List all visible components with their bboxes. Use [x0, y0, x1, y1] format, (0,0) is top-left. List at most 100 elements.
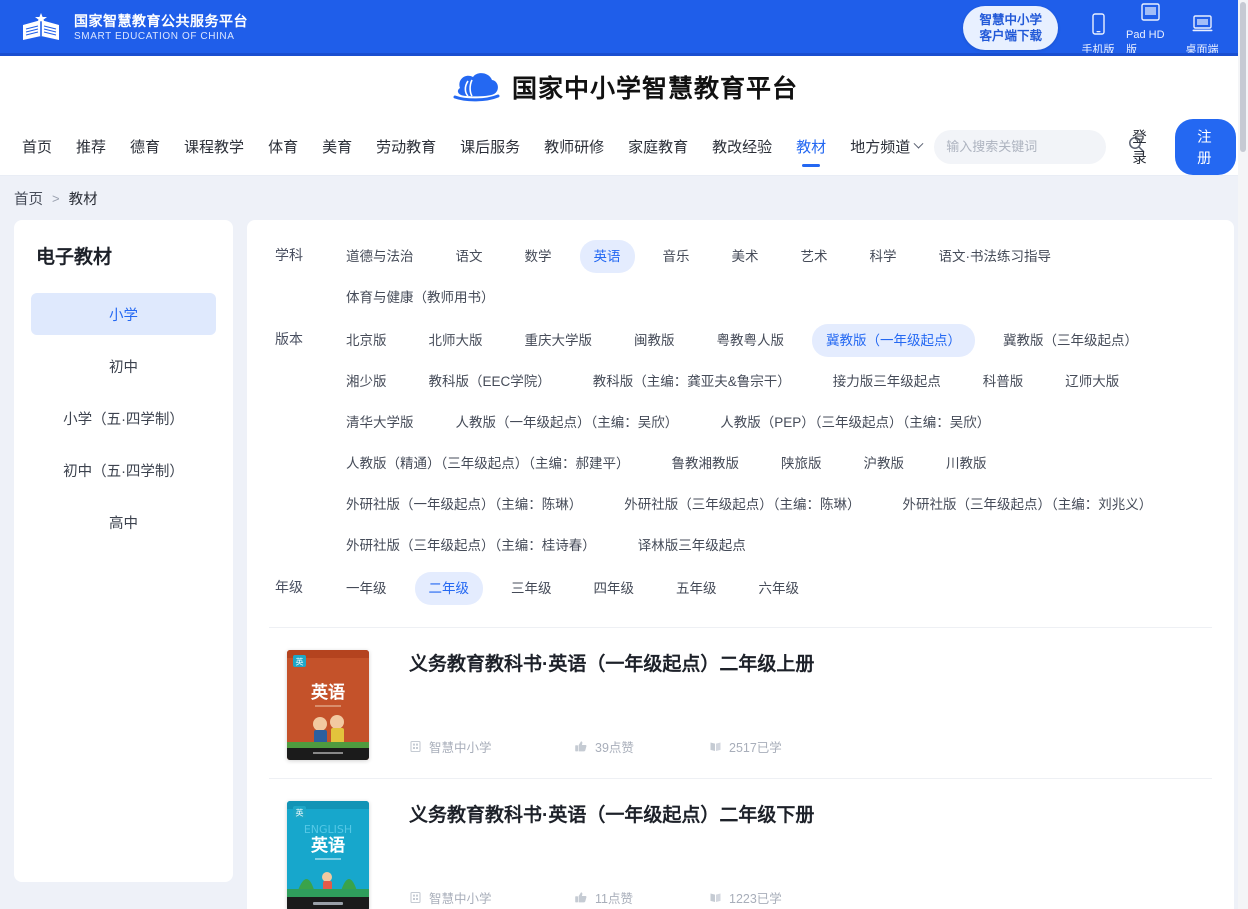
download-desktop[interactable]: 桌面端	[1178, 12, 1226, 57]
nav-item-local-channel[interactable]: 地方频道	[838, 118, 934, 175]
version-option[interactable]: 粤教粤人版	[703, 324, 799, 357]
sidebar-item-primary-54[interactable]: 小学（五·四学制）	[31, 397, 216, 439]
search-box[interactable]	[934, 129, 1145, 164]
subject-option[interactable]: 道德与法治	[332, 240, 428, 273]
version-option[interactable]: 沪教版	[850, 447, 919, 480]
sidebar-item-junior[interactable]: 初中	[31, 345, 216, 387]
version-option[interactable]: 外研社版（三年级起点）（主编：刘兆义）	[889, 488, 1167, 521]
subject-option[interactable]: 美术	[718, 240, 773, 273]
version-option[interactable]: 教科版（EEC学院）	[415, 365, 565, 398]
phone-icon	[1090, 12, 1107, 39]
book-info: 义务教育教科书·英语（一年级起点）二年级下册 智慧中小学 11点赞 1223已学	[409, 801, 1212, 909]
download-pad[interactable]: Pad HD版	[1126, 0, 1174, 57]
version-option[interactable]: 闽教版	[620, 324, 689, 357]
building-icon	[409, 891, 422, 904]
login-button[interactable]: 登录	[1120, 122, 1161, 172]
client-download-button[interactable]: 智慧中小学 客户端下载	[963, 6, 1058, 50]
book-studied-label: 2517已学	[729, 741, 782, 755]
textbook-list: 英 英语 义务教育教科书·英语（一年级起点）二年级上册 智慧中小学 39点赞 2…	[269, 627, 1212, 909]
book-title[interactable]: 义务教育教科书·英语（一年级起点）二年级下册	[409, 803, 1212, 829]
version-option[interactable]: 译林版三年级起点	[624, 529, 760, 562]
nav-item-moral-education[interactable]: 德育	[118, 118, 172, 175]
scrollbar-thumb[interactable]	[1240, 2, 1246, 152]
subject-option[interactable]: 艺术	[787, 240, 842, 273]
filter-grade-label: 年级	[275, 579, 303, 595]
version-option[interactable]: 重庆大学版	[511, 324, 607, 357]
book-open-icon	[709, 740, 722, 753]
nav-item-family-education[interactable]: 家庭教育	[616, 118, 700, 175]
book-likes: 11点赞	[574, 888, 709, 907]
subject-option[interactable]: 体育与健康（教师用书）	[332, 281, 509, 314]
version-option[interactable]: 教科版（主编：龚亚夫&鲁宗干）	[579, 365, 805, 398]
version-option[interactable]: 科普版	[969, 365, 1038, 398]
book-title[interactable]: 义务教育教科书·英语（一年级起点）二年级上册	[409, 652, 1212, 678]
version-option[interactable]: 辽师大版	[1051, 365, 1133, 398]
version-option[interactable]: 北师大版	[415, 324, 497, 357]
nav-label: 德育	[130, 139, 161, 156]
version-option[interactable]: 陕旅版	[767, 447, 836, 480]
subject-option[interactable]: 数学	[511, 240, 566, 273]
version-option[interactable]: 川教版	[932, 447, 1001, 480]
nav-item-course-teaching[interactable]: 课程教学	[172, 118, 256, 175]
nav-item-after-school-service[interactable]: 课后服务	[448, 118, 532, 175]
subject-option[interactable]: 科学	[856, 240, 911, 273]
version-option[interactable]: 人教版（一年级起点）（主编：吴欣）	[442, 406, 693, 439]
book-studied: 2517已学	[709, 737, 782, 756]
tablet-icon	[1140, 0, 1161, 27]
search-input[interactable]	[946, 139, 1123, 154]
book-cover: 英 ENGLISH 英语	[287, 801, 369, 909]
top-right-group: 智慧中小学 客户端下载 手机版 Pad HD版 桌面端	[963, 0, 1226, 57]
version-option[interactable]: 外研社版（三年级起点）（主编：陈琳）	[610, 488, 874, 521]
subject-option-selected[interactable]: 英语	[579, 240, 635, 273]
version-option[interactable]: 人教版（精通）（三年级起点）（主编：郝建平）	[332, 447, 644, 480]
sidebar-item-primary[interactable]: 小学	[31, 293, 216, 335]
version-option[interactable]: 外研社版（一年级起点）（主编：陈琳）	[332, 488, 596, 521]
svg-text:英语: 英语	[311, 682, 345, 703]
grade-option[interactable]: 一年级	[332, 572, 401, 605]
grade-option[interactable]: 五年级	[662, 572, 731, 605]
book-meta: 智慧中小学 11点赞 1223已学	[409, 888, 1212, 909]
version-option[interactable]: 湘少版	[332, 365, 401, 398]
subject-option[interactable]: 语文·书法练习指导	[925, 240, 1066, 273]
nav-item-recommend[interactable]: 推荐	[64, 118, 118, 175]
top-utility-bar: 国家智慧教育公共服务平台 SMART EDUCATION OF CHINA 智慧…	[0, 0, 1248, 56]
platform-brand[interactable]: 国家智慧教育公共服务平台 SMART EDUCATION OF CHINA	[18, 11, 248, 45]
book-publisher: 智慧中小学	[409, 737, 574, 756]
sidebar-item-senior[interactable]: 高中	[31, 501, 216, 543]
nav-item-physical-education[interactable]: 体育	[256, 118, 310, 175]
grade-option[interactable]: 六年级	[745, 572, 814, 605]
nav-label: 劳动教育	[376, 139, 437, 156]
version-option[interactable]: 冀教版（三年级起点）	[989, 324, 1152, 357]
subject-option[interactable]: 语文	[442, 240, 497, 273]
nav-item-labor-education[interactable]: 劳动教育	[364, 118, 448, 175]
sidebar-item-label: 初中	[109, 359, 138, 376]
version-option[interactable]: 清华大学版	[332, 406, 428, 439]
list-item[interactable]: 英 英语 义务教育教科书·英语（一年级起点）二年级上册 智慧中小学 39点赞 2…	[269, 627, 1212, 778]
grade-option[interactable]: 四年级	[580, 572, 649, 605]
site-title: 国家中小学智慧教育平台	[511, 74, 798, 103]
nav-label: 教材	[796, 139, 827, 156]
nav-item-teaching-reform[interactable]: 教改经验	[700, 118, 784, 175]
list-item[interactable]: 英 ENGLISH 英语 义务教育教科书·英语（一年级起点）二年级下册 智慧中小…	[269, 778, 1212, 909]
grade-option[interactable]: 三年级	[497, 572, 566, 605]
subject-option[interactable]: 音乐	[649, 240, 704, 273]
download-mobile[interactable]: 手机版	[1074, 12, 1122, 57]
breadcrumb-home[interactable]: 首页	[14, 188, 43, 209]
page-scrollbar[interactable]	[1238, 0, 1248, 909]
version-option[interactable]: 北京版	[332, 324, 401, 357]
building-icon	[409, 740, 422, 753]
sidebar-item-junior-54[interactable]: 初中（五·四学制）	[31, 449, 216, 491]
filter-grade-options: 一年级 二年级 三年级 四年级 五年级 六年级	[325, 570, 1212, 611]
grade-option-selected[interactable]: 二年级	[414, 572, 483, 605]
version-option-selected[interactable]: 冀教版（一年级起点）	[812, 324, 975, 357]
version-option[interactable]: 接力版三年级起点	[819, 365, 955, 398]
nav-item-textbooks[interactable]: 教材	[784, 118, 838, 175]
version-option[interactable]: 人教版（PEP）（三年级起点）（主编：吴欣）	[706, 406, 1004, 439]
register-button[interactable]: 注册	[1175, 118, 1236, 175]
nav-item-teacher-training[interactable]: 教师研修	[532, 118, 616, 175]
nav-item-home[interactable]: 首页	[10, 118, 64, 175]
version-option[interactable]: 外研社版（三年级起点）（主编：桂诗春）	[332, 529, 610, 562]
nav-item-aesthetic-education[interactable]: 美育	[310, 118, 364, 175]
sidebar-item-label: 小学（五·四学制）	[63, 411, 184, 428]
version-option[interactable]: 鲁教湘教版	[658, 447, 754, 480]
